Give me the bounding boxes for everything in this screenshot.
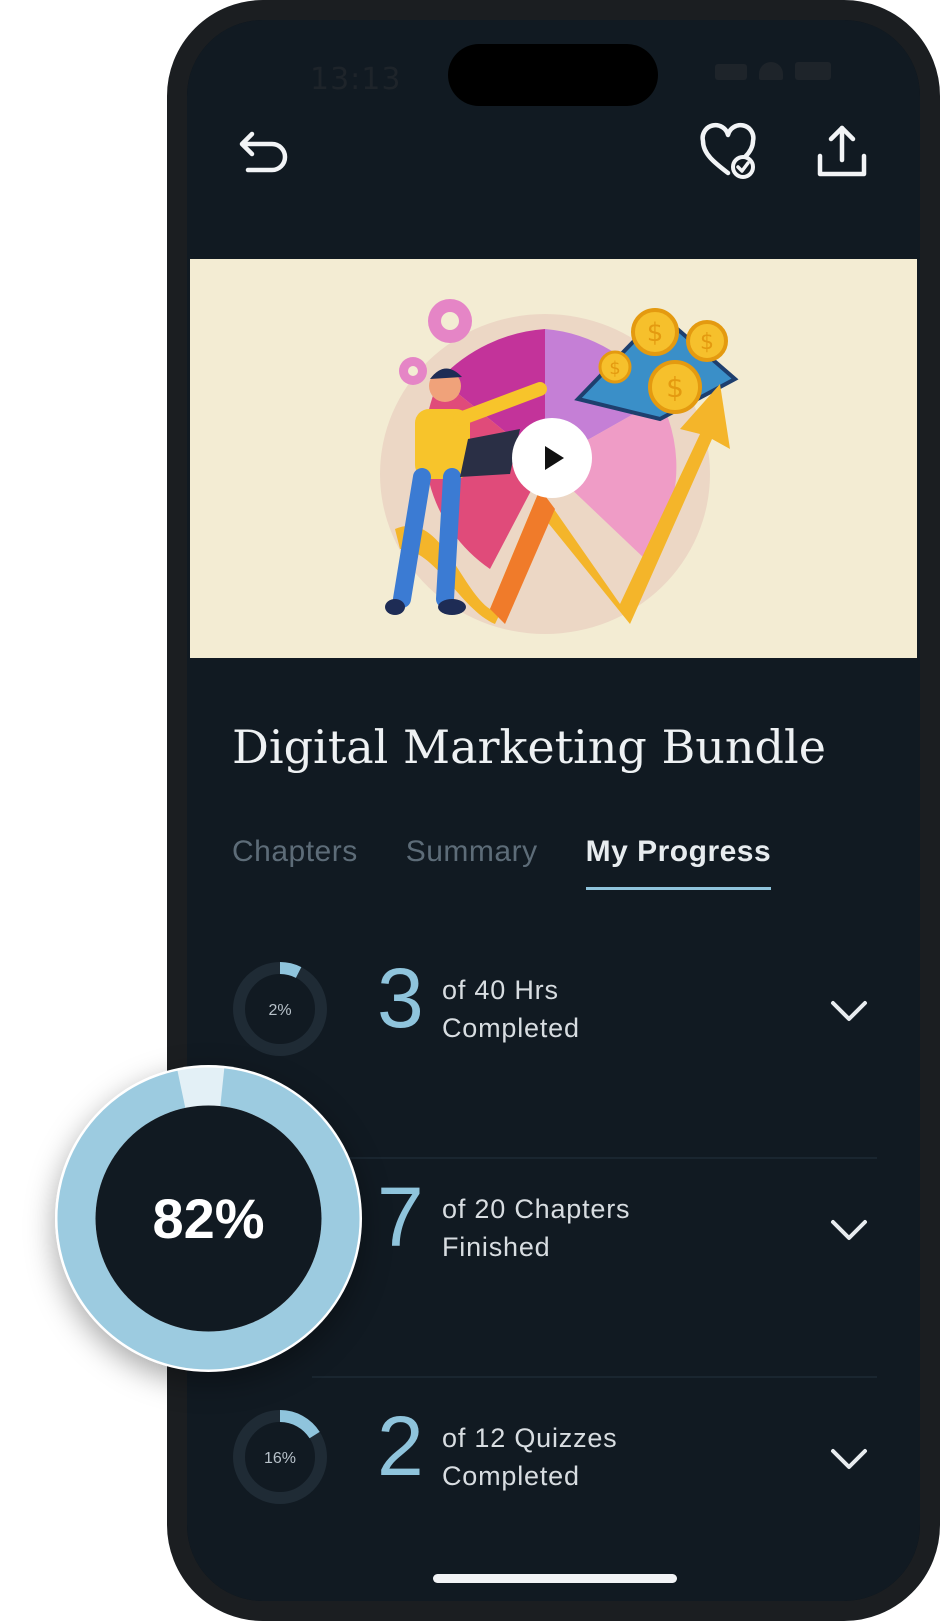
favorite-button[interactable] <box>692 116 764 188</box>
signal-icon <box>715 64 747 80</box>
svg-text:$: $ <box>609 358 620 379</box>
progress-row-quizzes[interactable]: 16% 2 of 12 Quizzes Completed <box>232 1404 877 1569</box>
chapters-caption-line1: of 20 Chapters <box>442 1194 631 1224</box>
back-button[interactable] <box>228 116 300 188</box>
chevron-down-icon[interactable] <box>821 1202 877 1258</box>
play-icon <box>545 446 564 470</box>
quizzes-percent-label: 16% <box>264 1450 296 1467</box>
svg-text:$: $ <box>666 371 684 404</box>
battery-icon <box>795 62 831 80</box>
wifi-icon <box>759 62 783 80</box>
chevron-down-icon[interactable] <box>821 1431 877 1487</box>
row-divider <box>312 1157 877 1159</box>
tab-chapters[interactable]: Chapters <box>232 835 358 890</box>
quizzes-progress-ring: 16% <box>233 1410 327 1504</box>
course-title: Digital Marketing Bundle <box>232 720 826 774</box>
hours-percent-label: 2% <box>268 1002 291 1019</box>
status-icons <box>715 60 831 80</box>
course-tabs: Chapters Summary My Progress <box>232 835 772 890</box>
home-indicator[interactable] <box>433 1574 677 1583</box>
overall-percent-label: 82% <box>152 1187 265 1250</box>
quizzes-count: 2 <box>377 1399 424 1493</box>
dynamic-island <box>448 44 658 106</box>
hours-caption-line2: Completed <box>442 1013 580 1043</box>
share-button[interactable] <box>806 116 878 188</box>
overall-progress-overlay: 82% <box>55 1065 362 1372</box>
hours-progress-ring: 2% <box>233 962 327 1056</box>
quizzes-caption-line1: of 12 Quizzes <box>442 1423 618 1453</box>
hours-caption-line1: of 40 Hrs <box>442 975 559 1005</box>
tab-my-progress[interactable]: My Progress <box>585 835 772 890</box>
quizzes-caption: of 12 Quizzes Completed <box>442 1419 618 1495</box>
heart-check-icon <box>700 122 756 179</box>
hours-caption: of 40 Hrs Completed <box>442 971 580 1047</box>
row-divider <box>312 1376 877 1378</box>
quizzes-caption-line2: Completed <box>442 1461 580 1491</box>
svg-text:$: $ <box>647 318 664 348</box>
chapters-caption: of 20 Chapters Finished <box>442 1190 630 1266</box>
hours-count: 3 <box>377 951 424 1045</box>
chevron-down-icon[interactable] <box>821 983 877 1039</box>
share-upload-icon <box>817 125 867 177</box>
chapters-caption-line2: Finished <box>442 1232 551 1262</box>
play-button[interactable] <box>512 418 592 498</box>
tab-summary[interactable]: Summary <box>406 835 538 890</box>
status-time: 13:13 <box>310 62 402 97</box>
svg-text:$: $ <box>700 330 714 355</box>
chapters-count: 7 <box>377 1170 424 1264</box>
undo-arrow-icon <box>239 131 288 173</box>
